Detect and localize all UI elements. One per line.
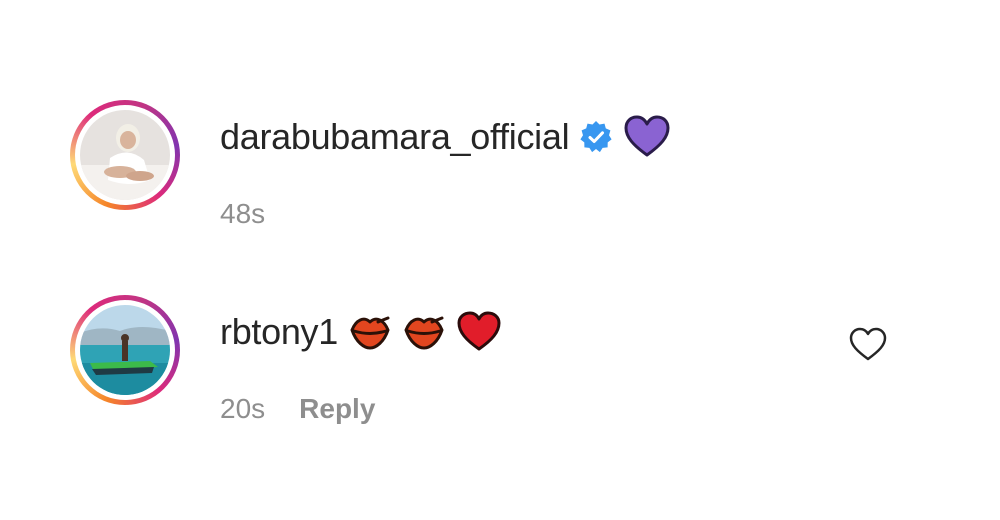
timestamp: 48s: [220, 198, 266, 229]
red-heart-icon: [456, 311, 502, 353]
purple-heart-icon: [623, 115, 671, 159]
avatar[interactable]: [80, 305, 170, 395]
comment-header: rbtony1: [220, 307, 502, 357]
timestamp: 20s: [220, 393, 266, 424]
story-ring[interactable]: [70, 100, 180, 210]
avatar-photo: [80, 110, 170, 200]
kiss-mark-icon: [348, 312, 392, 352]
username[interactable]: darabubamara_official: [220, 116, 570, 158]
comment-header: darabubamara_official: [220, 112, 671, 162]
reply-button[interactable]: Reply: [299, 393, 375, 425]
comments-section: darabubamara_official 48s rbtony1 20s Re…: [0, 0, 1000, 520]
avatar-photo: [80, 305, 170, 395]
avatar[interactable]: [80, 110, 170, 200]
story-ring[interactable]: [70, 295, 180, 405]
kiss-mark-icon: [402, 312, 446, 352]
comment-meta: 20s Reply: [220, 393, 375, 425]
comment-meta: 48s: [220, 198, 265, 230]
username[interactable]: rbtony1: [220, 311, 338, 353]
like-heart-icon[interactable]: [848, 325, 888, 365]
verified-badge-icon: [579, 120, 613, 154]
